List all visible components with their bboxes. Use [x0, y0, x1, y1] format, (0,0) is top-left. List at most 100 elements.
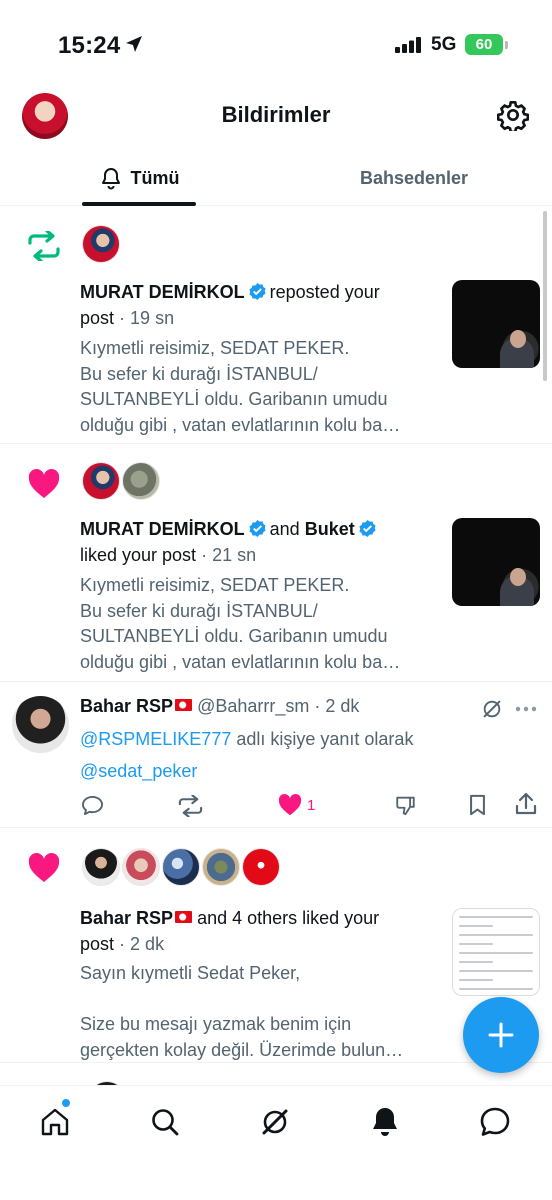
notification-next-partial[interactable] [0, 1063, 552, 1087]
verified-badge-icon [359, 519, 376, 538]
doc-line [459, 961, 494, 963]
heart-icon [28, 853, 60, 882]
nav-notifications[interactable] [367, 1104, 403, 1140]
bell-filled-icon [373, 1108, 397, 1136]
grok-icon[interactable] [481, 698, 503, 720]
nav-messages[interactable] [477, 1104, 513, 1140]
avatar[interactable] [242, 848, 280, 886]
share-icon[interactable] [515, 792, 537, 816]
tweet-reply[interactable]: Bahar RSP @Baharrr_sm · 2 dk @RSPMELIKE7… [0, 682, 552, 828]
action-text: reposted your [269, 282, 380, 302]
avatar[interactable] [162, 848, 200, 886]
notification-text: MURAT DEMİRKOL and Buket liked your post … [80, 516, 435, 568]
actor-avatars [82, 848, 282, 886]
post-thumbnail[interactable] [452, 518, 540, 606]
turkey-flag-icon [175, 699, 193, 711]
action-text: and 4 others liked your [197, 908, 380, 928]
doc-line [459, 925, 494, 927]
doc-line [459, 952, 533, 954]
actor-name[interactable]: Bahar RSP [80, 908, 173, 928]
doc-line [459, 934, 533, 936]
like-count: 1 [307, 796, 316, 814]
home-unread-dot [62, 1099, 70, 1107]
page-title: Bildirimler [221, 102, 331, 127]
doc-line [459, 988, 533, 990]
tweet-author-avatar[interactable] [12, 696, 69, 753]
doc-line [459, 979, 494, 981]
nav-explore[interactable] [147, 1104, 183, 1140]
doc-line [459, 916, 533, 918]
actor-name[interactable]: MURAT DEMİRKOL [80, 282, 245, 302]
notification-repost[interactable]: MURAT DEMİRKOL reposted your post · 19 sn… [0, 207, 552, 444]
reply-icon[interactable] [81, 795, 104, 816]
tab-all[interactable]: Tümü [82, 150, 196, 206]
tweet-author-handle[interactable]: @Baharrr_sm [197, 696, 309, 716]
conjunction: and [269, 519, 300, 539]
location-arrow-icon [126, 36, 142, 52]
actor-name-2[interactable]: Buket [305, 519, 355, 539]
compose-button[interactable] [463, 997, 539, 1073]
actor-avatars [82, 462, 162, 500]
notification-text: Bahar RSP and 4 others liked your post ·… [80, 905, 435, 957]
settings-gear-icon[interactable] [497, 99, 529, 131]
nav-home[interactable] [37, 1104, 73, 1140]
signal-icon [395, 37, 421, 53]
tweet-timestamp: · 2 dk [314, 696, 360, 716]
search-icon [152, 1109, 179, 1136]
notification-like[interactable]: MURAT DEMİRKOL and Buket liked your post … [0, 444, 552, 682]
bell-icon [101, 168, 120, 190]
dislike-icon[interactable] [394, 794, 417, 816]
timestamp: · 21 sn [201, 545, 257, 565]
reply-context: @RSPMELIKE777 adlı kişiye yanıt olarak [80, 727, 413, 751]
post-thumbnail-document[interactable] [452, 908, 540, 996]
reply-mention-link[interactable]: @RSPMELIKE777 [80, 729, 231, 749]
network-type: 5G [431, 34, 457, 55]
repost-icon [28, 231, 60, 261]
home-icon [41, 1108, 69, 1136]
heart-icon [28, 469, 60, 498]
avatar[interactable] [82, 225, 120, 263]
status-time: 15:24 [58, 32, 121, 59]
thumbnail-face [510, 568, 526, 586]
doc-line [459, 970, 533, 972]
battery-level: 60 [475, 36, 493, 53]
nav-grok[interactable] [257, 1104, 293, 1140]
status-bar: 15:24 5G 60 [0, 0, 552, 88]
battery-indicator: 60 [465, 34, 503, 55]
bookmark-icon[interactable] [468, 794, 487, 816]
post-preview[interactable]: Kıymetli reisimiz, SEDAT PEKER. Bu sefer… [80, 336, 440, 438]
avatar[interactable] [122, 848, 160, 886]
post-preview[interactable]: Kıymetli reisimiz, SEDAT PEKER. Bu sefer… [80, 573, 440, 675]
post-preview[interactable]: Sayın kıymetli Sedat Peker, Size bu mesa… [80, 961, 440, 1063]
tweet-body: @sedat_peker [80, 759, 197, 783]
heart-filled-icon [278, 794, 302, 816]
action-text: liked your post [80, 545, 197, 565]
notifications-header: Bildirimler Tümü Bahsedenler [0, 88, 552, 206]
actor-name[interactable]: MURAT DEMİRKOL [80, 519, 245, 539]
like-button[interactable]: 1 [278, 794, 315, 816]
timestamp: · 19 sn [119, 308, 175, 328]
doc-line [459, 943, 494, 945]
tab-all-label: Tümü [130, 167, 180, 188]
notification-text: MURAT DEMİRKOL reposted your post · 19 sn [80, 279, 435, 331]
notifications-feed[interactable]: MURAT DEMİRKOL reposted your post · 19 sn… [0, 207, 552, 1087]
action-text-cont: post [80, 934, 115, 954]
avatar[interactable] [82, 462, 120, 500]
tweet-body-mention[interactable]: @sedat_peker [80, 761, 197, 781]
actor-avatars [82, 225, 122, 263]
turkey-flag-icon [175, 911, 193, 923]
avatar[interactable] [122, 462, 160, 500]
tweet-author-name[interactable]: Bahar RSP [80, 696, 173, 716]
tweet-header: Bahar RSP @Baharrr_sm · 2 dk [80, 694, 359, 718]
retweet-icon[interactable] [177, 795, 204, 817]
tab-mentions[interactable]: Bahsedenler [276, 150, 552, 206]
more-options-icon[interactable] [515, 706, 537, 712]
avatar[interactable] [202, 848, 240, 886]
verified-badge-icon [249, 282, 266, 301]
timestamp: · 2 dk [119, 934, 165, 954]
tab-mentions-label: Bahsedenler [359, 167, 469, 188]
avatar[interactable] [82, 848, 120, 886]
bottom-navigation [0, 1085, 552, 1200]
action-text-cont: post [80, 308, 115, 328]
post-thumbnail[interactable] [452, 280, 540, 368]
